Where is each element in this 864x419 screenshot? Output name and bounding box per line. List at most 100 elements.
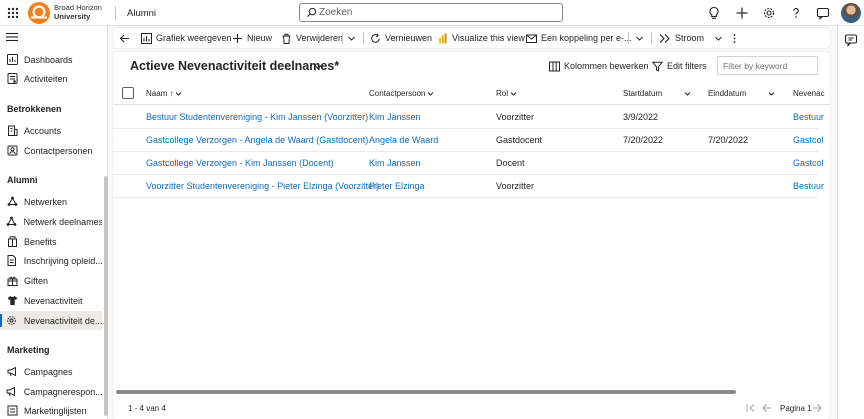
sidebar-item-accounts[interactable]: Accounts	[0, 121, 102, 140]
cell-contactpersoon[interactable]: Angela de Waard	[369, 135, 438, 145]
sidebar-item-label: Accounts	[24, 125, 62, 136]
sidebar-item-activiteiten[interactable]: Activiteiten	[0, 69, 102, 88]
cell-contactpersoon[interactable]: Kim Janssen	[369, 158, 421, 168]
plus-icon[interactable]	[734, 5, 750, 21]
sidebar-item-nevenactiviteit[interactable]: Nevenactiviteit	[0, 291, 102, 310]
show-chart-button[interactable]: Grafiek weergeven	[141, 28, 232, 48]
sidebar-item-contactpersonen[interactable]: Contactpersonen	[0, 141, 102, 160]
sidebar-item-giften[interactable]: Giften	[0, 271, 102, 290]
gear-icon	[0, 315, 24, 326]
cell-nevenactiviteit[interactable]: Gastcol	[793, 158, 824, 168]
section-title-alumni: Alumni	[7, 175, 38, 185]
help-icon[interactable]	[788, 5, 804, 21]
document-icon	[0, 255, 24, 266]
gear-icon[interactable]	[761, 5, 777, 21]
avatar[interactable]	[841, 3, 861, 23]
table-row[interactable]: Gastcollege Verzorgen - Angela de Waard …	[113, 129, 824, 152]
sidebar-item-label: Nevenactiviteit	[24, 295, 83, 306]
hamburger-menu-icon[interactable]	[6, 32, 18, 42]
visualize-button[interactable]: Visualize this view	[437, 28, 525, 48]
building-icon	[0, 125, 24, 136]
previous-page-icon[interactable]	[761, 402, 773, 414]
email-more-button[interactable]	[635, 28, 644, 48]
keyword-filter-input[interactable]	[717, 56, 818, 75]
horizontal-scrollbar[interactable]	[116, 390, 736, 394]
email-link-button[interactable]: Een koppeling per e-...	[526, 28, 632, 48]
sidebar-item-campagneresponsen[interactable]: Campagnerespon...	[0, 382, 102, 401]
sidebar-item-netwerk-deelnames[interactable]: Netwerk deelnames	[0, 212, 102, 231]
chevron-down-icon[interactable]	[313, 62, 323, 72]
network-icon	[0, 216, 24, 227]
refresh-icon	[371, 33, 380, 43]
list-icon	[0, 405, 24, 416]
table-row[interactable]: Bestuur Studentenvereniging - Kim Jansse…	[113, 106, 824, 129]
back-button[interactable]	[119, 28, 130, 48]
column-header-nevenactiviteit[interactable]: Nevenac	[793, 89, 825, 98]
cell-naam[interactable]: Bestuur Studentenvereniging - Kim Jansse…	[146, 112, 368, 122]
cell-naam[interactable]: Gastcollege Verzorgen - Angela de Waard …	[146, 135, 368, 145]
divider	[651, 32, 652, 44]
search-box[interactable]	[299, 3, 563, 22]
cell-nevenactiviteit[interactable]: Bestuur	[793, 112, 824, 122]
column-header-naam[interactable]: Naam ↑	[146, 89, 182, 98]
first-page-icon[interactable]	[745, 402, 757, 414]
sidebar-item-inschrijving-opleiding[interactable]: Inschrijving opleid...	[0, 251, 102, 270]
chevron-down-icon	[348, 36, 355, 41]
cell-nevenactiviteit[interactable]: Gastcol	[793, 135, 824, 145]
cell-contactpersoon[interactable]: Pieter Elzinga	[369, 181, 425, 191]
edit-columns-button[interactable]: Kolommen bewerken	[549, 59, 649, 73]
select-all-checkbox[interactable]	[122, 87, 134, 99]
edit-filters-label: Edit filters	[667, 61, 707, 71]
column-header-startdatum[interactable]: Startdatum	[623, 89, 691, 98]
sidebar-item-netwerken[interactable]: Netwerken	[0, 192, 102, 211]
gift-icon	[0, 275, 24, 286]
view-title[interactable]: Actieve Nevenactiviteit deelnames*	[130, 59, 339, 73]
app-launcher-icon[interactable]	[5, 5, 21, 21]
search-input[interactable]	[319, 6, 549, 19]
more-vertical-icon	[733, 33, 736, 43]
flow-button[interactable]: Stroom	[659, 28, 723, 48]
cell-naam[interactable]: Gastcollege Verzorgen - Kim Janssen (Doc…	[146, 158, 334, 168]
sidebar-item-label: Benefits	[24, 236, 57, 247]
org-name-line2: University	[54, 12, 91, 21]
cell-startdatum: 7/20/2022	[623, 135, 664, 145]
sidebar-item-campagnes[interactable]: Campagnes	[0, 362, 102, 381]
show-chart-label: Grafiek weergeven	[156, 33, 232, 43]
cell-rol: Gastdocent	[496, 135, 543, 145]
sidebar-item-nevenactiviteit-deelnames[interactable]: Nevenactiviteit de...	[0, 311, 102, 330]
column-header-einddatum[interactable]: Einddatum	[708, 89, 775, 98]
sidebar-item-label: Marketinglijsten	[24, 405, 87, 416]
cell-naam[interactable]: Voorzitter Studentenvereniging - Pieter …	[146, 181, 379, 191]
new-button[interactable]: Nieuw	[232, 28, 272, 48]
table-row[interactable]: Voorzitter Studentenvereniging - Pieter …	[113, 175, 824, 198]
chevron-down-icon	[510, 92, 517, 96]
cell-nevenactiviteit[interactable]: Bestuur	[793, 181, 824, 191]
sidebar-item-label: Nevenactiviteit de...	[23, 315, 102, 326]
cell-rol: Docent	[496, 158, 525, 168]
more-commands-button[interactable]	[730, 28, 739, 48]
app-name[interactable]: Alumni	[127, 8, 156, 19]
column-header-contactpersoon[interactable]: Contactpersoon	[369, 89, 434, 98]
column-header-rol[interactable]: Rol	[496, 89, 517, 98]
sidebar-item-marketinglijsten[interactable]: Marketinglijsten	[0, 401, 102, 419]
sidebar-item-label: Netwerk deelnames	[23, 216, 102, 227]
next-page-icon[interactable]	[811, 402, 823, 414]
sidebar-item-dashboards[interactable]: Dashboards	[0, 50, 102, 69]
table-row[interactable]: Gastcollege Verzorgen - Kim Janssen (Doc…	[113, 152, 824, 175]
delete-button[interactable]: Verwijderen	[281, 28, 343, 48]
refresh-button[interactable]: Vernieuwen	[370, 28, 432, 48]
copilot-chat-icon[interactable]	[844, 33, 858, 47]
cell-contactpersoon[interactable]: Kim Janssen	[369, 112, 421, 122]
edit-filters-button[interactable]: Edit filters	[652, 59, 707, 73]
sidebar-item-label: Contactpersonen	[24, 145, 93, 156]
delete-more-button[interactable]	[347, 28, 356, 48]
top-bar: Broad Horizon University Alumni	[0, 0, 864, 26]
activities-icon	[0, 73, 24, 84]
filter-icon	[652, 61, 663, 72]
chat-icon[interactable]	[815, 5, 831, 21]
chevron-down-icon	[684, 92, 691, 96]
new-label: Nieuw	[247, 33, 273, 43]
lightbulb-icon[interactable]	[706, 5, 722, 21]
sidebar-item-benefits[interactable]: Benefits	[0, 232, 102, 251]
sidebar-scrollbar[interactable]	[104, 176, 108, 416]
